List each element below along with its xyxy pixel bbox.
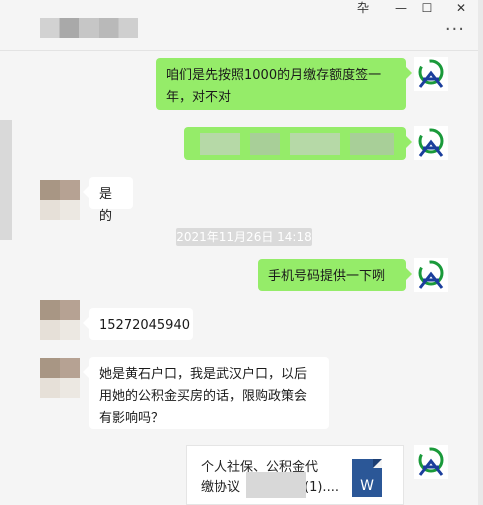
my-avatar-logo-icon[interactable] — [414, 57, 448, 91]
chat-header: 卆 — ☐ ✕ ··· — [0, 0, 483, 51]
message-timestamp: 2021年11月26日 14:18 — [176, 228, 312, 246]
contact-avatar[interactable] — [40, 300, 80, 340]
file-name-suffix: (1).... — [304, 480, 339, 495]
bubble-tail — [406, 136, 412, 148]
message-text: 咱们是先按照1000的月缴存额度签一年，对不对 — [166, 68, 382, 105]
maximize-button[interactable]: ☐ — [416, 0, 438, 18]
pin-icon[interactable]: 卆 — [352, 0, 374, 18]
word-document-icon: W — [352, 459, 382, 497]
file-name-line2: 缴协议 — [201, 480, 241, 495]
message-bubble-sent[interactable]: 咱们是先按照1000的月缴存额度签一年，对不对 — [156, 58, 406, 110]
message-bubble-received[interactable]: 是的 — [89, 177, 133, 224]
blurred-filename-part — [246, 472, 306, 498]
my-avatar-logo-icon[interactable] — [414, 445, 448, 479]
message-text: 她是黄石户口，我是武汉户口，以后用她的公积金买房的话，限购政策会有影响吗？ — [99, 367, 308, 426]
bubble-tail — [406, 67, 412, 79]
close-button[interactable]: ✕ — [450, 0, 472, 18]
contact-avatar[interactable] — [40, 358, 80, 398]
word-letter: W — [360, 478, 374, 494]
message-text: 15272045940 — [99, 318, 190, 333]
bubble-tail — [406, 268, 412, 280]
message-text: 是的 — [99, 187, 113, 224]
message-bubble-sent[interactable]: 手机号码提供一下咧 — [258, 259, 406, 291]
left-panel-edge — [0, 120, 12, 240]
contact-avatar[interactable] — [40, 180, 80, 220]
my-avatar-logo-icon[interactable] — [414, 126, 448, 160]
my-avatar-logo-icon[interactable] — [414, 258, 448, 292]
minimize-button[interactable]: — — [390, 0, 412, 18]
message-bubble-received[interactable]: 15272045940 — [89, 308, 193, 340]
blurred-chat-title — [40, 18, 138, 38]
message-bubble-received[interactable]: 她是黄石户口，我是武汉户口，以后用她的公积金买房的话，限购政策会有影响吗？ — [89, 357, 329, 429]
scrollbar-track[interactable] — [478, 0, 483, 505]
more-options-icon[interactable]: ··· — [445, 21, 465, 39]
message-text: 手机号码提供一下咧 — [268, 269, 386, 284]
message-bubble-sent-blurred[interactable] — [184, 127, 406, 160]
